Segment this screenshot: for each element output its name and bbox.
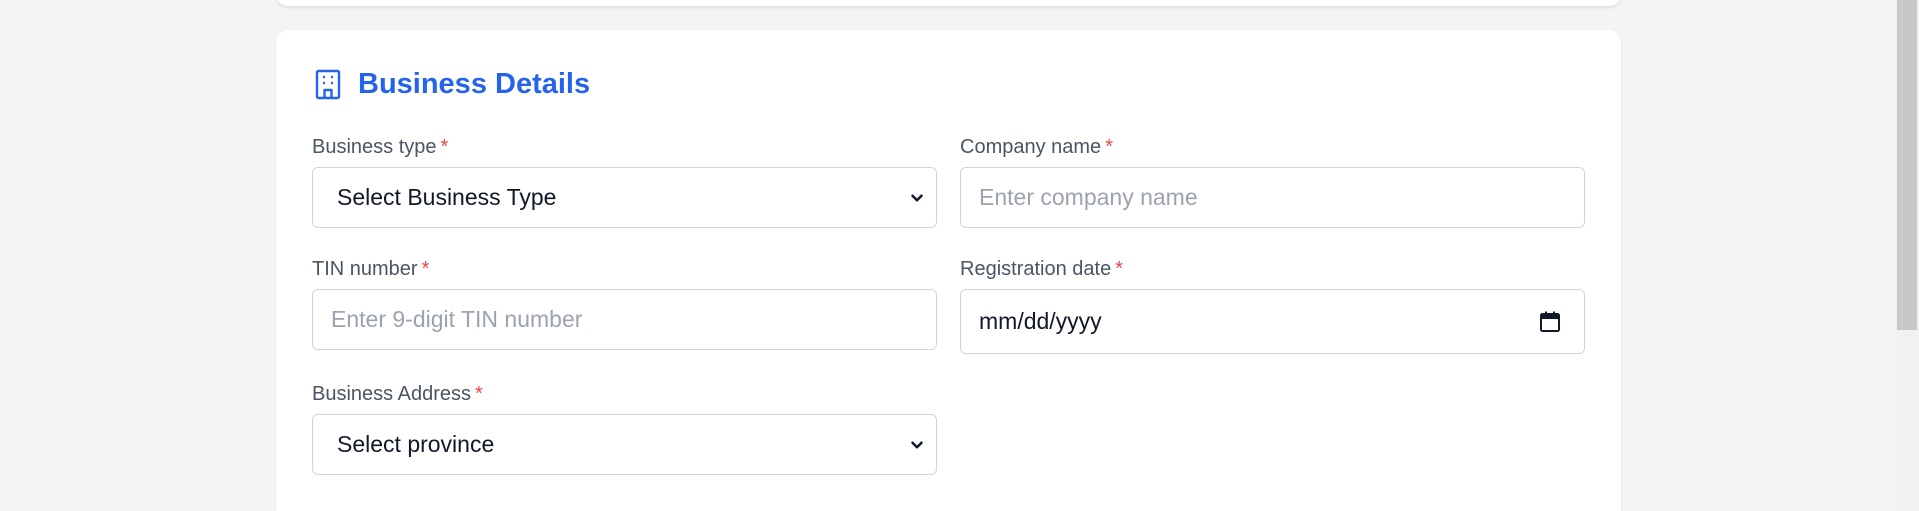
required-marker: * (474, 383, 483, 405)
province-select[interactable]: Select province (312, 414, 937, 475)
page: Business Details Business type * Select B… (0, 0, 1919, 511)
business-type-label: Business type * (312, 136, 449, 158)
chevron-down-icon (911, 194, 923, 201)
required-marker: * (1115, 258, 1123, 280)
tin-number-field: TIN number * Enter 9-digit TIN number (312, 258, 937, 350)
company-name-label: Company name * (960, 136, 1113, 158)
required-marker: * (440, 136, 449, 158)
section-title: Business Details (358, 67, 591, 100)
section-header: Business Details (312, 68, 590, 100)
calendar-icon[interactable] (1538, 310, 1562, 334)
business-address-label: Business Address * (312, 383, 483, 405)
scrollbar-thumb[interactable] (1897, 0, 1917, 330)
building-icon (312, 68, 344, 100)
province-value: Select province (337, 431, 495, 457)
registration-date-value: mm/dd/yyyy (979, 308, 1102, 334)
tin-number-input[interactable]: Enter 9-digit TIN number (312, 289, 937, 350)
previous-section-card (276, 0, 1621, 6)
business-type-select[interactable]: Select Business Type (312, 167, 937, 228)
registration-date-label: Registration date * (960, 258, 1123, 280)
business-type-field: Business type * Select Business Type (312, 136, 937, 228)
registration-date-field: Registration date * mm/dd/yyyy (960, 258, 1585, 354)
company-name-input[interactable]: Enter company name (960, 167, 1585, 228)
registration-date-input[interactable]: mm/dd/yyyy (960, 289, 1585, 354)
tin-number-label: TIN number * (312, 258, 430, 280)
chevron-down-icon (911, 441, 923, 448)
required-marker: * (1105, 136, 1113, 158)
company-name-field: Company name * Enter company name (960, 136, 1585, 228)
business-details-card: Business Details Business type * Select B… (276, 30, 1621, 511)
business-address-field: Business Address * Select province (312, 383, 937, 475)
company-name-placeholder: Enter company name (979, 184, 1198, 210)
tin-number-placeholder: Enter 9-digit TIN number (331, 306, 583, 332)
business-type-value: Select Business Type (337, 184, 557, 210)
scrollbar-track[interactable] (1895, 0, 1919, 511)
required-marker: * (421, 258, 430, 280)
